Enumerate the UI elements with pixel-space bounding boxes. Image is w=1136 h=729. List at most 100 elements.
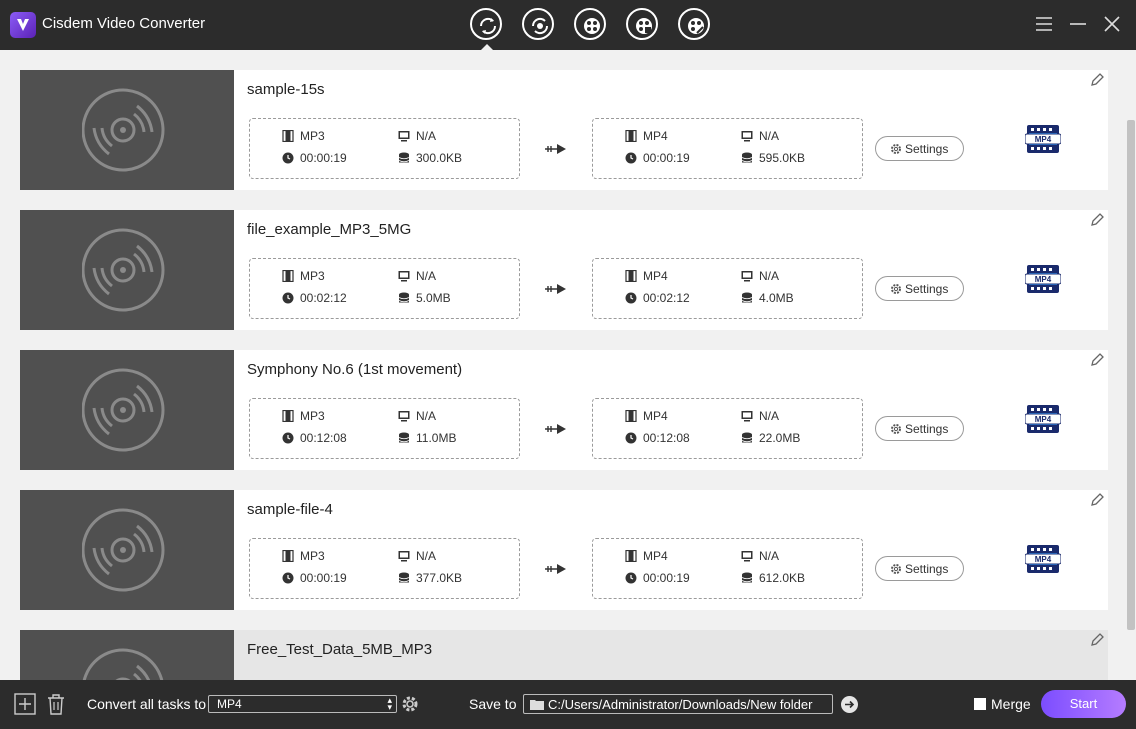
file-size-icon <box>741 152 753 164</box>
mp4-format-icon[interactable]: MP4 <box>1024 401 1062 437</box>
scrollbar[interactable] <box>1127 120 1135 630</box>
output-info-box: MP4 N/A 00:02:12 4.0MB <box>592 258 863 319</box>
info-resolution-value: N/A <box>759 129 780 143</box>
title-bar: Cisdem Video Converter <box>0 0 1136 50</box>
clock-icon <box>282 432 294 444</box>
convert-mode-icon[interactable] <box>470 8 502 40</box>
gear-icon[interactable] <box>400 694 422 716</box>
mp4-format-icon[interactable]: MP4 <box>1024 261 1062 297</box>
task-card[interactable]: Free_Test_Data_5MB_MP3 <box>20 630 1108 680</box>
task-card[interactable]: sample-file-4 MP3 N/A 00:00:19 377.0KB MP4 N/A… <box>20 490 1108 610</box>
save-path-field[interactable]: C:/Users/Administrator/Downloads/New fol… <box>523 694 833 714</box>
menu-icon[interactable] <box>1034 14 1054 34</box>
settings-label: Settings <box>905 562 949 576</box>
file-size-icon <box>741 572 753 584</box>
start-button[interactable]: Start <box>1041 690 1126 718</box>
source-info-box: MP3 N/A 00:00:19 300.0KB <box>249 118 520 179</box>
add-file-icon[interactable] <box>14 693 36 715</box>
mp4-badge-text: MP4 <box>1035 135 1052 144</box>
info-resolution-value: N/A <box>759 549 780 563</box>
film-icon <box>282 269 294 283</box>
film-icon <box>282 409 294 423</box>
source-info-box: MP3 N/A 00:12:08 11.0MB <box>249 398 520 459</box>
folder-icon <box>530 700 544 710</box>
minimize-icon[interactable] <box>1068 14 1088 34</box>
settings-button[interactable]: Settings <box>875 416 964 441</box>
monitor-icon <box>398 270 410 282</box>
output-info-box: MP4 N/A 00:12:08 22.0MB <box>592 398 863 459</box>
trash-icon[interactable] <box>45 693 67 715</box>
task-card[interactable]: Symphony No.6 (1st movement) MP3 N/A 00:12:… <box>20 350 1108 470</box>
monitor-icon <box>398 550 410 562</box>
info-resolution-value: N/A <box>416 549 437 563</box>
compress-mode-icon[interactable] <box>626 8 658 40</box>
mp4-badge-text: MP4 <box>1035 275 1052 284</box>
task-title: Free_Test_Data_5MB_MP3 <box>247 641 433 658</box>
convert-arrow-icon <box>544 561 568 575</box>
source-info-box: MP3 N/A 00:02:12 5.0MB <box>249 258 520 319</box>
film-icon <box>625 409 637 423</box>
edit-pencil-icon[interactable] <box>1089 212 1105 228</box>
download-mode-icon[interactable] <box>574 8 606 40</box>
info-size-value: 377.0KB <box>416 571 463 585</box>
film-icon <box>625 549 637 563</box>
gear-icon <box>891 424 901 434</box>
settings-label: Settings <box>905 422 949 436</box>
info-format-value: MP4 <box>643 129 668 143</box>
close-icon[interactable] <box>1102 14 1122 34</box>
info-format-value: MP4 <box>643 269 668 283</box>
info-duration-value: 00:00:19 <box>300 571 347 585</box>
file-size-icon <box>741 292 753 304</box>
film-icon <box>282 129 294 143</box>
info-size-value: 300.0KB <box>416 151 463 165</box>
info-resolution-value: N/A <box>416 129 437 143</box>
clock-icon <box>625 432 637 444</box>
open-folder-arrow-icon[interactable] <box>841 696 858 713</box>
info-resolution-value: N/A <box>759 269 780 283</box>
info-format-value: MP4 <box>643 549 668 563</box>
settings-button[interactable]: Settings <box>875 276 964 301</box>
file-size-icon <box>741 432 753 444</box>
clock-icon <box>282 152 294 164</box>
output-info-box: MP4 N/A 00:00:19 595.0KB <box>592 118 863 179</box>
task-title: file_example_MP3_5MG <box>247 221 412 238</box>
merge-checkbox[interactable] <box>974 698 986 710</box>
edit-pencil-icon[interactable] <box>1089 492 1105 508</box>
edit-pencil-icon[interactable] <box>1089 352 1105 368</box>
task-card[interactable]: file_example_MP3_5MG MP3 N/A 00:02:12 5.0MB M… <box>20 210 1108 330</box>
info-resolution-value: N/A <box>416 269 437 283</box>
convert-arrow-icon <box>544 281 568 295</box>
info-size-value: 5.0MB <box>416 291 451 305</box>
settings-button[interactable]: Settings <box>875 556 964 581</box>
info-duration-value: 00:00:19 <box>300 151 347 165</box>
gear-icon <box>891 284 901 294</box>
monitor-icon <box>398 130 410 142</box>
merge-mode-icon[interactable] <box>678 8 710 40</box>
edit-pencil-icon[interactable] <box>1089 632 1105 648</box>
file-size-icon <box>398 572 410 584</box>
info-format-value: MP3 <box>300 129 325 143</box>
source-info-box: MP3 N/A 00:00:19 377.0KB <box>249 538 520 599</box>
file-size-icon <box>398 292 410 304</box>
mp4-format-icon[interactable]: MP4 <box>1024 121 1062 157</box>
convert-all-format-value: MP4 <box>217 697 242 711</box>
thumbnail <box>20 350 234 470</box>
thumbnail <box>20 210 234 330</box>
convert-all-format-select[interactable]: MP4 ▴ ▾ <box>208 695 397 713</box>
task-title: Symphony No.6 (1st movement) <box>247 361 463 378</box>
clock-icon <box>282 292 294 304</box>
info-duration-value: 00:02:12 <box>643 291 690 305</box>
edit-pencil-icon[interactable] <box>1089 72 1105 88</box>
settings-button[interactable]: Settings <box>875 136 964 161</box>
task-card[interactable]: sample-15s MP3 N/A 00:00:19 300.0KB MP4 N/A 00:… <box>20 70 1108 190</box>
convert-arrow-icon <box>544 141 568 155</box>
app-logo-icon <box>10 12 36 38</box>
rip-dvd-mode-icon[interactable] <box>522 8 554 40</box>
app-title: Cisdem Video Converter <box>42 15 206 32</box>
clock-icon <box>625 572 637 584</box>
mp4-format-icon[interactable]: MP4 <box>1024 541 1062 577</box>
info-size-value: 612.0KB <box>759 571 806 585</box>
mp4-badge-text: MP4 <box>1035 555 1052 564</box>
info-size-value: 22.0MB <box>759 431 801 445</box>
mp4-badge-text: MP4 <box>1035 415 1052 424</box>
